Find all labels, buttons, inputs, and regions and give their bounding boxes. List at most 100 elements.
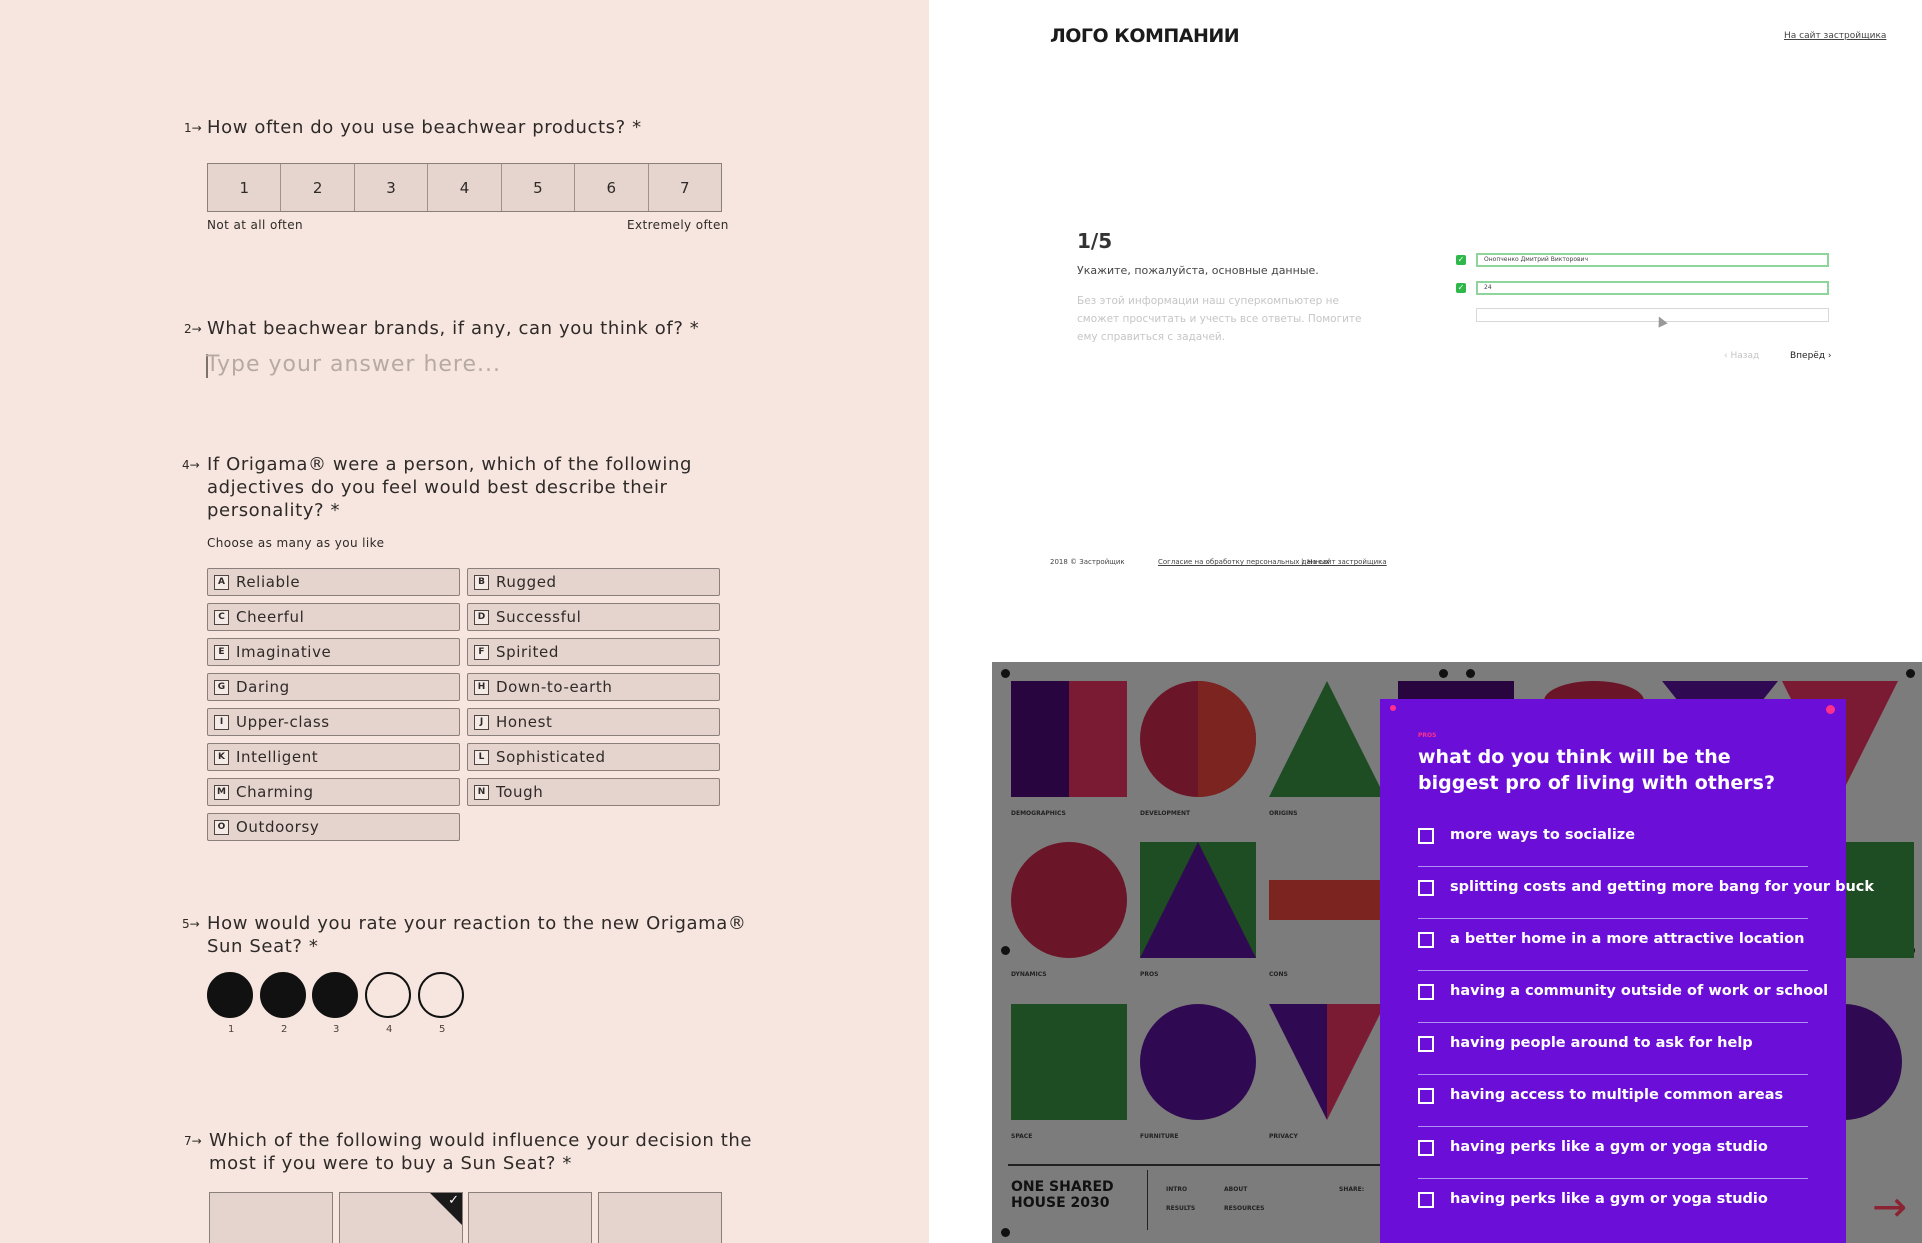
checkbox[interactable] xyxy=(1418,984,1434,1000)
picture-choice-4[interactable] xyxy=(598,1192,722,1243)
rating-circle-1[interactable] xyxy=(207,972,253,1018)
checkbox[interactable] xyxy=(1418,828,1434,844)
check-icon: ✓ xyxy=(1456,283,1466,293)
development-shape[interactable] xyxy=(1140,681,1256,797)
scale-option-1[interactable]: 1 xyxy=(208,164,282,211)
rating-circle-2[interactable] xyxy=(260,972,306,1018)
checkbox[interactable] xyxy=(1418,1088,1434,1104)
answer-option[interactable]: having access to multiple common areas xyxy=(1418,1074,1808,1127)
choice-key: L xyxy=(474,750,489,765)
scale-option-7[interactable]: 7 xyxy=(649,164,721,211)
question-7-line1: Which of the following would influence y… xyxy=(209,1130,753,1151)
choice-intelligent[interactable]: K Intelligent xyxy=(207,743,460,771)
nav-about[interactable]: ABOUT xyxy=(1224,1186,1247,1193)
option-label: having perks like a gym or yoga studio xyxy=(1450,1191,1768,1207)
step-counter: 1/5 xyxy=(1077,229,1113,253)
category-label: CONS xyxy=(1269,971,1288,978)
choice-upper-class[interactable]: I Upper-class xyxy=(207,708,460,736)
rating-circle-4[interactable] xyxy=(365,972,411,1018)
demographics-shape[interactable] xyxy=(1011,681,1127,797)
scale-option-6[interactable]: 6 xyxy=(575,164,649,211)
choice-label: Imaginative xyxy=(236,643,332,661)
choice-key: N xyxy=(474,785,489,800)
checkbox[interactable] xyxy=(1418,1192,1434,1208)
answer-option[interactable]: having perks like a gym or yoga studio xyxy=(1418,1126,1808,1179)
choice-honest[interactable]: J Honest xyxy=(467,708,720,736)
site-brand[interactable]: ONE SHARED HOUSE 2030 xyxy=(1011,1179,1114,1211)
next-arrow-icon[interactable]: → xyxy=(1872,1182,1907,1231)
pros-shape[interactable] xyxy=(1140,842,1256,958)
rating-label: 2 xyxy=(281,1024,288,1035)
option-label: having perks like a gym or yoga studio xyxy=(1450,1139,1768,1155)
choice-key: A xyxy=(214,575,229,590)
checkbox[interactable] xyxy=(1418,1036,1434,1052)
choice-spirited[interactable]: F Spirited xyxy=(467,638,720,666)
rating-circle-3[interactable] xyxy=(312,972,358,1018)
partial-shape xyxy=(1844,1004,1902,1120)
rating-circle-5[interactable] xyxy=(418,972,464,1018)
choice-label: Spirited xyxy=(496,643,559,661)
picture-choice-1[interactable] xyxy=(209,1192,333,1243)
choice-rugged[interactable]: B Rugged xyxy=(467,568,720,596)
next-button[interactable]: Вперёд › xyxy=(1790,351,1832,361)
answer-input[interactable]: Type your answer here... xyxy=(206,352,501,377)
checkbox[interactable] xyxy=(1418,1140,1434,1156)
cons-shape[interactable] xyxy=(1269,880,1385,920)
nav-intro[interactable]: INTRO xyxy=(1166,1186,1187,1193)
choice-reliable[interactable]: A Reliable xyxy=(207,568,460,596)
choice-charming[interactable]: M Charming xyxy=(207,778,460,806)
choice-daring[interactable]: G Daring xyxy=(207,673,460,701)
age-field[interactable]: 24 xyxy=(1476,281,1829,295)
choice-sophisticated[interactable]: L Sophisticated xyxy=(467,743,720,771)
scale-option-2[interactable]: 2 xyxy=(281,164,355,211)
picture-choice-3[interactable] xyxy=(468,1192,592,1243)
rating-label: 3 xyxy=(333,1024,340,1035)
answer-option[interactable]: splitting costs and getting more bang fo… xyxy=(1418,866,1874,919)
scale-option-5[interactable]: 5 xyxy=(502,164,576,211)
answer-option[interactable]: more ways to socialize xyxy=(1418,814,1808,867)
answer-option[interactable]: a better home in a more attractive locat… xyxy=(1418,918,1808,971)
answer-option[interactable]: having people around to ask for help xyxy=(1418,1022,1808,1075)
corner-dot xyxy=(1466,669,1475,678)
footer-developer-link[interactable]: На сайт застройщика xyxy=(1307,558,1387,566)
opinion-scale: 1 2 3 4 5 6 7 xyxy=(207,163,722,212)
partial-shape xyxy=(1544,681,1644,701)
checkbox[interactable] xyxy=(1418,880,1434,896)
picture-choice-2[interactable]: ✓ xyxy=(339,1192,463,1243)
empty-field[interactable] xyxy=(1476,308,1829,322)
choice-label: Charming xyxy=(236,783,314,801)
scale-option-4[interactable]: 4 xyxy=(428,164,502,211)
choice-cheerful[interactable]: C Cheerful xyxy=(207,603,460,631)
nav-results[interactable]: RESULTS xyxy=(1166,1205,1195,1212)
name-field[interactable]: Онопченко Дмитрий Викторович xyxy=(1476,253,1829,267)
choice-imaginative[interactable]: E Imaginative xyxy=(207,638,460,666)
form-description: Без этой информации наш суперкомпьютер н… xyxy=(1077,295,1362,343)
back-button[interactable]: ‹ Назад xyxy=(1724,351,1759,361)
footer-copyright: 2018 © Застройщик xyxy=(1050,558,1125,566)
footer-separator: | xyxy=(1301,558,1304,566)
choice-key: H xyxy=(474,680,489,695)
choice-successful[interactable]: D Successful xyxy=(467,603,720,631)
choice-key: K xyxy=(214,750,229,765)
nav-resources[interactable]: RESOURCES xyxy=(1224,1205,1264,1212)
answer-option[interactable]: having perks like a gym or yoga studio xyxy=(1418,1178,1808,1230)
consent-link[interactable]: Согласие на обработку персональных данны… xyxy=(1158,558,1330,566)
choice-outdoorsy[interactable]: O Outdoorsy xyxy=(207,813,460,841)
answer-option[interactable]: having a community outside of work or sc… xyxy=(1418,970,1828,1023)
option-label: having people around to ask for help xyxy=(1450,1035,1753,1051)
choice-tough[interactable]: N Tough xyxy=(467,778,720,806)
origins-shape[interactable] xyxy=(1269,681,1385,797)
scale-option-3[interactable]: 3 xyxy=(355,164,429,211)
panel-corner-dot xyxy=(1826,705,1835,714)
choice-label: Reliable xyxy=(236,573,301,591)
privacy-shape[interactable] xyxy=(1269,1004,1385,1120)
choice-label: Upper-class xyxy=(236,713,330,731)
furniture-shape[interactable] xyxy=(1140,1004,1256,1120)
space-shape[interactable] xyxy=(1011,1004,1127,1120)
question-number: 5→ xyxy=(182,917,200,931)
dynamics-shape[interactable] xyxy=(1011,842,1127,958)
panel-tag: PROS xyxy=(1418,732,1437,739)
checkbox[interactable] xyxy=(1418,932,1434,948)
developer-site-link[interactable]: На сайт застройщика xyxy=(1784,31,1886,41)
choice-down-to-earth[interactable]: H Down-to-earth xyxy=(467,673,720,701)
